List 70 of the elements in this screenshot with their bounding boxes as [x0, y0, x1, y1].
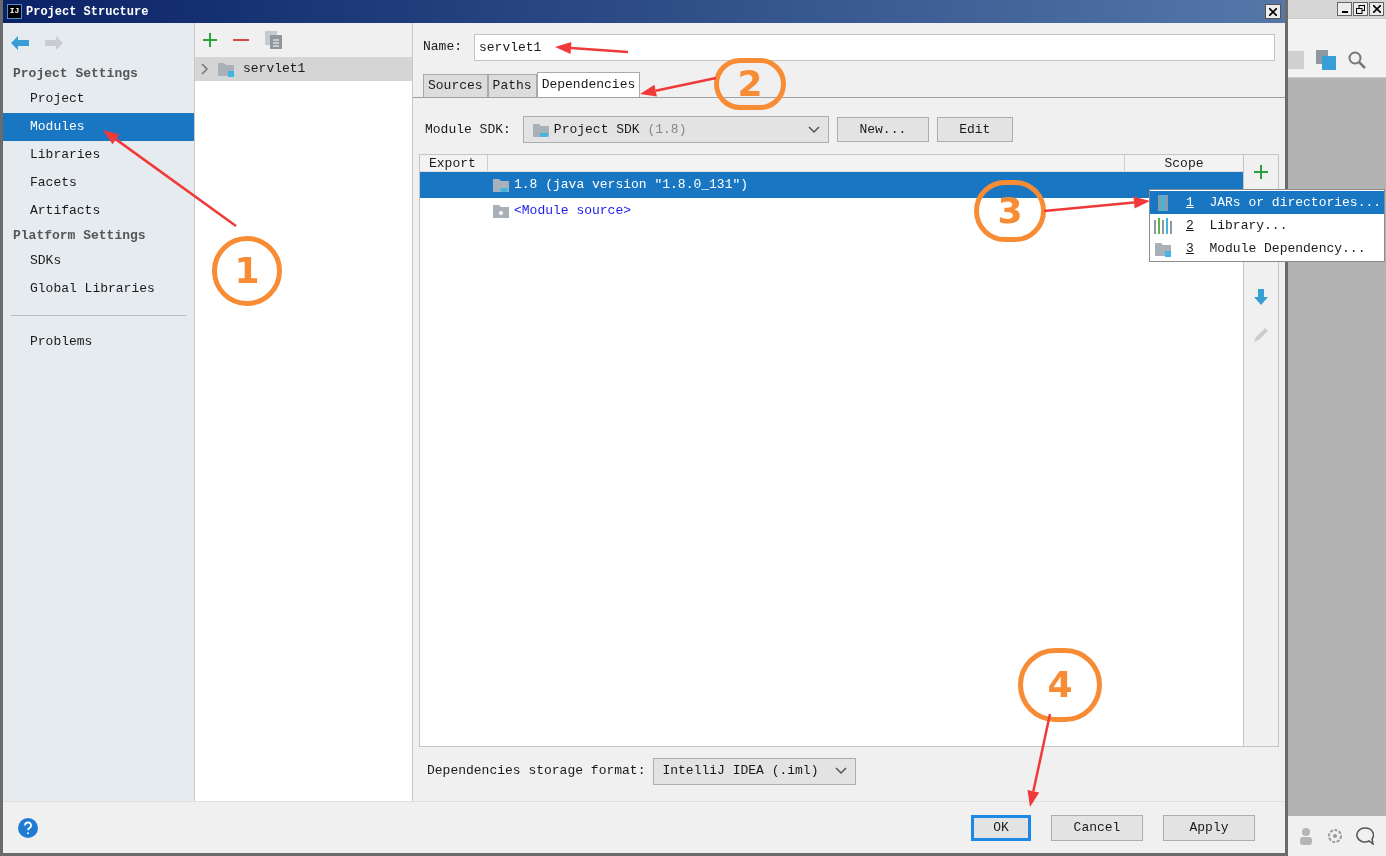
tab[interactable]: Paths — [487, 74, 537, 97]
close-button[interactable] — [1369, 2, 1384, 16]
module-tree-item[interactable]: servlet1 — [195, 57, 412, 81]
help-icon[interactable] — [18, 817, 38, 838]
module-folder-icon — [217, 61, 235, 77]
dialog-button[interactable]: Cancel — [1051, 814, 1143, 841]
dialog-button[interactable]: OK — [971, 814, 1031, 841]
column-header: Scope — [1163, 155, 1205, 171]
window-title: Project Structure — [26, 3, 150, 21]
sidebar-item[interactable]: SDKs — [3, 247, 194, 275]
minimize-button[interactable] — [1337, 2, 1352, 16]
tab[interactable]: Sources — [423, 74, 488, 97]
menu-item[interactable]: 2 Library... — [1150, 214, 1384, 237]
storage-format-dropdown[interactable]: IntelliJ IDEA (.iml) — [653, 757, 857, 785]
source-folder-icon — [492, 203, 510, 219]
person-icon[interactable] — [1298, 827, 1314, 845]
circled-number-annotation: 3 — [974, 180, 1046, 242]
dependency-name: 1.8 (java version "1.8.0_131") — [514, 176, 749, 195]
sidebar-item[interactable]: Artifacts — [3, 197, 194, 225]
circled-number-annotation: 4 — [1018, 648, 1102, 722]
section-heading: Project Settings — [12, 65, 139, 83]
close-icon — [1269, 7, 1277, 16]
sidebar-item[interactable]: Modules — [3, 113, 194, 141]
gear-icon[interactable] — [1326, 827, 1344, 845]
search-icon[interactable] — [1348, 51, 1366, 69]
sidebar-item[interactable]: Global Libraries — [3, 275, 194, 303]
restore-button[interactable] — [1353, 2, 1368, 16]
circled-number-annotation: 2 — [714, 58, 786, 110]
sdk-folder-icon — [492, 177, 510, 193]
name-label: Name: — [423, 38, 462, 57]
module-name: servlet1 — [243, 60, 306, 79]
sidebar-item[interactable]: Problems — [3, 328, 194, 356]
sdk-button[interactable]: Edit — [936, 117, 1013, 142]
module-sdk-label: Module SDK: — [425, 120, 511, 139]
chevron-down-icon — [835, 767, 848, 775]
add-icon[interactable] — [1254, 165, 1268, 179]
chat-icon[interactable] — [1356, 827, 1374, 845]
chevron-down-icon — [807, 125, 820, 134]
menu-item-label: 3 Module Dependency... — [1186, 239, 1366, 258]
close-icon — [1372, 5, 1381, 13]
storage-format-label: Dependencies storage format: — [427, 762, 646, 781]
dependency-name: <Module source> — [514, 202, 632, 221]
sdk-button[interactable]: New... — [836, 117, 929, 142]
menu-item[interactable]: 3 Module Dependency... — [1150, 237, 1384, 260]
jar-icon — [1155, 194, 1171, 211]
close-button[interactable] — [1265, 4, 1281, 19]
sidebar-item[interactable]: Project — [3, 85, 194, 113]
sidebar-item[interactable]: Libraries — [3, 141, 194, 169]
name-field[interactable]: servlet1 — [474, 33, 1275, 61]
circled-number-annotation: 1 — [212, 236, 282, 306]
library-icon — [1154, 217, 1172, 234]
back-arrow-icon[interactable] — [11, 36, 29, 50]
restore-icon — [1356, 4, 1365, 14]
sdk-dropdown[interactable]: Project SDK (1.8) — [522, 116, 829, 143]
sidebar-item[interactable]: Facets — [3, 169, 194, 197]
tab[interactable]: Dependencies — [536, 72, 641, 97]
dependency-row[interactable]: 1.8 (java version "1.8.0_131") — [420, 172, 1243, 198]
move-down-icon[interactable] — [1254, 289, 1268, 305]
section-heading: Platform Settings — [12, 227, 147, 245]
menu-item-label: 2 Library... — [1186, 216, 1288, 235]
sdk-folder-icon — [531, 121, 550, 138]
copy-icon[interactable] — [265, 31, 283, 49]
module-folder-icon — [1154, 240, 1172, 257]
expand-chevron-icon[interactable] — [201, 63, 209, 75]
column-header: Export — [420, 155, 488, 171]
app-logo: IJ — [7, 4, 22, 19]
structure-icon[interactable] — [1316, 50, 1336, 70]
menu-item[interactable]: 1 JARs or directories... — [1150, 191, 1384, 214]
dialog-button[interactable]: Apply — [1163, 814, 1255, 841]
add-icon[interactable] — [203, 33, 217, 47]
